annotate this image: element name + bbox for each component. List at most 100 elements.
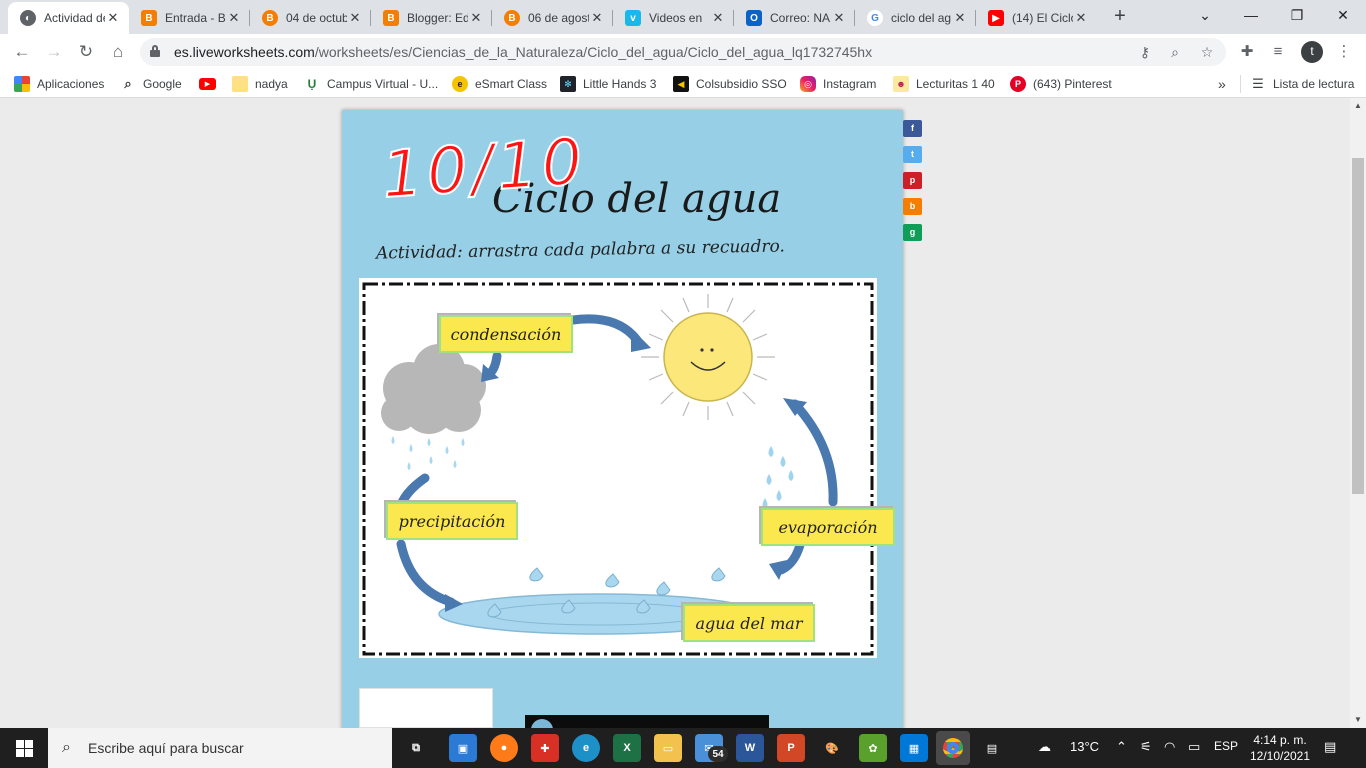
network-icon[interactable]: ⚟ — [1140, 739, 1152, 755]
rain-cloud-icon — [381, 344, 486, 470]
weather-temperature[interactable]: 13°C — [1070, 739, 1099, 754]
bookmark-google[interactable]: ⌕ Google — [120, 75, 182, 93]
language-indicator[interactable]: ESP — [1214, 739, 1238, 753]
bookmark-esmart[interactable]: e eSmart Class — [452, 75, 547, 93]
menu-icon[interactable]: ⋮ — [1334, 42, 1354, 62]
twitter-share-icon[interactable]: t — [903, 146, 922, 163]
bookmarks-overflow-button[interactable]: » — [1218, 75, 1226, 93]
bookmark-lecturitas[interactable]: ☻ Lecturitas 1 40 — [893, 75, 995, 93]
home-icon[interactable]: ⌂ — [106, 40, 130, 64]
task-view-icon[interactable]: ⧉ — [402, 734, 430, 762]
video-player-strip[interactable] — [525, 715, 769, 728]
close-icon[interactable]: ✕ — [347, 10, 363, 26]
close-icon[interactable]: ✕ — [589, 10, 605, 26]
edge-icon[interactable]: e — [572, 734, 600, 762]
close-icon[interactable]: ✕ — [952, 10, 968, 26]
notifications-icon[interactable]: ▤ — [1324, 739, 1336, 755]
media-control-icon[interactable]: ≡ — [1268, 42, 1288, 62]
windows-start-button[interactable] — [0, 728, 48, 768]
store-icon[interactable]: ▣ — [449, 734, 477, 762]
label-agua-del-mar[interactable]: agua del mar — [683, 604, 815, 642]
facebook-share-icon[interactable]: f — [903, 120, 922, 137]
close-icon[interactable]: ✕ — [105, 10, 121, 26]
paint-icon[interactable]: 🎨 — [818, 734, 846, 762]
bookmark-label: (643) Pinterest — [1033, 77, 1112, 91]
close-icon[interactable]: ✕ — [468, 10, 484, 26]
bookmark-pinterest[interactable]: P (643) Pinterest — [1010, 75, 1112, 93]
close-icon[interactable]: ✕ — [226, 10, 242, 26]
new-tab-button[interactable]: + — [1108, 5, 1132, 29]
bookmark-colsubsidio[interactable]: ◀ Colsubsidio SSO — [673, 75, 787, 93]
pinterest-share-icon[interactable]: p — [903, 172, 922, 189]
tab-title: Videos en — [649, 11, 703, 25]
video-editor-icon[interactable]: ▤ — [978, 734, 1006, 762]
label-precipitacion[interactable]: precipitación — [386, 502, 518, 540]
photo-app-icon[interactable]: ✿ — [859, 734, 887, 762]
tab-blogger[interactable]: B Blogger: Ed ✕ — [371, 2, 492, 34]
close-icon[interactable]: ✕ — [831, 10, 847, 26]
restore-button[interactable]: ❐ — [1274, 0, 1320, 32]
url-text[interactable]: es.liveworksheets.com/worksheets/es/Cien… — [174, 44, 872, 60]
bookmark-nadya[interactable]: nadya — [232, 75, 288, 93]
scrollbar-thumb[interactable] — [1352, 158, 1364, 494]
star-icon[interactable]: ☆ — [1198, 43, 1216, 61]
page-scrollbar[interactable]: ▲ ▼ — [1350, 98, 1366, 728]
lock-icon[interactable] — [150, 45, 160, 57]
scroll-up-icon[interactable]: ▲ — [1350, 98, 1366, 114]
clock[interactable]: 4:14 p. m. 12/10/2021 — [1248, 732, 1312, 764]
label-condensacion[interactable]: condensación — [439, 315, 573, 353]
bookmark-youtube[interactable]: ▶ — [199, 75, 223, 93]
close-icon[interactable]: ✕ — [710, 10, 726, 26]
reload-icon[interactable]: ↻ — [74, 40, 98, 64]
key-icon[interactable]: ⚷ — [1136, 43, 1154, 61]
tab-06-agosto[interactable]: B 06 de agost ✕ — [492, 2, 613, 34]
bookmark-campus-virtual[interactable]: Ụ Campus Virtual - U... — [304, 75, 439, 93]
campus-icon: Ụ — [307, 77, 317, 91]
reading-list-button[interactable]: ☰ Lista de lectura — [1250, 75, 1354, 93]
close-icon[interactable]: ✕ — [1073, 10, 1089, 26]
play-icon[interactable] — [531, 719, 553, 728]
forward-arrow-icon[interactable]: → — [42, 40, 66, 64]
battery-icon[interactable]: ▭ — [1188, 739, 1200, 755]
tab-youtube[interactable]: ▶ (14) El Ciclo ✕ — [976, 2, 1097, 34]
tab-correo[interactable]: O Correo: NAD ✕ — [734, 2, 855, 34]
blogger-icon: B — [141, 10, 157, 26]
tab-actividad[interactable]: ◐ Actividad de ✕ — [8, 2, 129, 34]
bookmark-instagram[interactable]: ◎ Instagram — [800, 75, 876, 93]
weather-cloud-icon[interactable]: ☁ — [1038, 739, 1051, 755]
file-explorer-icon[interactable]: ▭ — [654, 734, 682, 762]
bookmark-label: Google — [143, 77, 182, 91]
bookmark-little-hands[interactable]: ✻ Little Hands 3 — [560, 75, 656, 93]
excel-icon[interactable]: X — [613, 734, 641, 762]
tab-04-octubre[interactable]: B 04 de octub ✕ — [250, 2, 371, 34]
tab-ciclo-google[interactable]: G ciclo del ag ✕ — [855, 2, 976, 34]
tab-title: Actividad de — [44, 11, 105, 25]
profile-avatar[interactable]: t — [1301, 41, 1323, 63]
label-evaporacion[interactable]: evaporación — [761, 508, 895, 546]
back-arrow-icon[interactable]: ← — [10, 40, 34, 64]
wifi-icon[interactable]: ◠ — [1164, 739, 1175, 755]
tab-videos[interactable]: v Videos en ✕ — [613, 2, 734, 34]
close-window-button[interactable]: ✕ — [1320, 0, 1366, 32]
blogger-share-icon[interactable]: b — [903, 198, 922, 215]
minimize-button[interactable]: — — [1228, 0, 1274, 32]
taskbar-search-box[interactable]: ⌕ Escribe aquí para buscar — [48, 728, 392, 768]
firefox-icon[interactable]: ● — [490, 734, 518, 762]
powerpoint-icon[interactable]: P — [777, 734, 805, 762]
browser-toolbar: ← → ↻ ⌂ es.liveworksheets.com/worksheets… — [0, 34, 1366, 70]
zoom-icon[interactable]: ⌕ — [1166, 43, 1184, 61]
calendar-app-icon[interactable]: ▦ — [900, 734, 928, 762]
answer-field[interactable] — [359, 688, 493, 728]
address-bar[interactable]: es.liveworksheets.com/worksheets/es/Cien… — [140, 38, 1226, 66]
scroll-down-icon[interactable]: ▼ — [1350, 712, 1366, 728]
water-cycle-diagram: condensación precipitación evaporación a… — [359, 278, 895, 658]
bookmark-aplicaciones[interactable]: Aplicaciones — [14, 75, 104, 93]
extensions-icon[interactable]: ✚ — [1237, 42, 1257, 62]
word-icon[interactable]: W — [736, 734, 764, 762]
tab-entrada[interactable]: B Entrada - Bl ✕ — [129, 2, 250, 34]
tab-search-button[interactable]: ⌄ — [1182, 0, 1228, 32]
classroom-share-icon[interactable]: g — [903, 224, 922, 241]
gift-icon[interactable]: ✚ — [531, 734, 559, 762]
chrome-icon[interactable] — [936, 731, 970, 765]
show-hidden-icons[interactable]: ⌃ — [1116, 739, 1127, 755]
